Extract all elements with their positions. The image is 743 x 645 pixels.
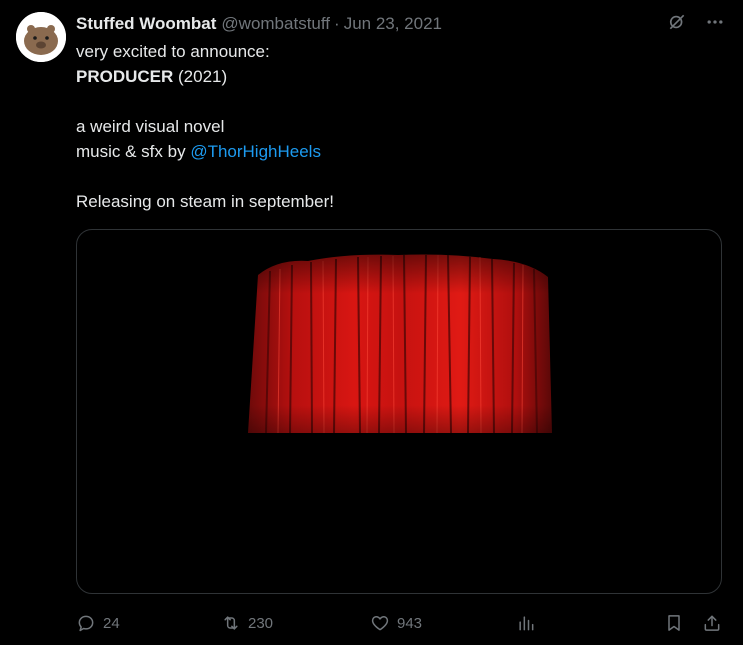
more-icon[interactable] [703,10,727,34]
like-count: 943 [397,614,423,632]
tweet-line: PRODUCER (2021) [76,64,716,89]
wombat-avatar-icon [16,12,66,62]
share-button[interactable] [702,610,722,636]
tweet-line: music & sfx by @ThorHighHeels [76,139,716,164]
retweet-count: 230 [248,614,274,632]
tweet-line: very excited to announce: [76,42,270,61]
media-attachment[interactable] [76,229,722,594]
heart-icon [371,616,389,631]
reply-icon [78,615,94,632]
avatar[interactable] [16,12,66,62]
separator-dot: · [334,14,340,33]
tweet-text: very excited to announce: PRODUCER (2021… [76,39,716,214]
share-icon [704,615,720,631]
title-bold: PRODUCER [76,67,174,86]
title-year: (2021) [173,67,228,86]
tweet-date[interactable]: Jun 23, 2021 [344,14,442,34]
tweet[interactable]: Stuffed Woombat @wombatstuff · Jun 23, 2… [0,0,743,645]
tweet-header: Stuffed Woombat @wombatstuff · Jun 23, 2… [76,13,442,35]
mention-link[interactable]: @ThorHighHeels [190,142,321,161]
views-icon [519,616,534,631]
display-name[interactable]: Stuffed Woombat [76,14,216,34]
retweet-icon [224,616,238,630]
bookmark-button[interactable] [664,610,684,636]
credit-prefix: music & sfx by [76,142,191,161]
retweet-button[interactable]: 230 [221,610,273,636]
tweet-actions: 24 230 943 [76,610,724,636]
tweet-line: a weird visual novel [76,117,225,136]
red-curtain-image [248,247,552,433]
user-handle[interactable]: @wombatstuff [221,14,330,34]
tweet-line: Releasing on steam in september! [76,192,334,211]
grok-icon[interactable] [665,10,689,34]
bookmark-icon [668,615,680,631]
reply-count: 24 [103,614,120,632]
reply-button[interactable]: 24 [76,610,120,636]
views-button[interactable] [516,610,536,636]
like-button[interactable]: 943 [370,610,422,636]
header-icons [665,10,727,34]
